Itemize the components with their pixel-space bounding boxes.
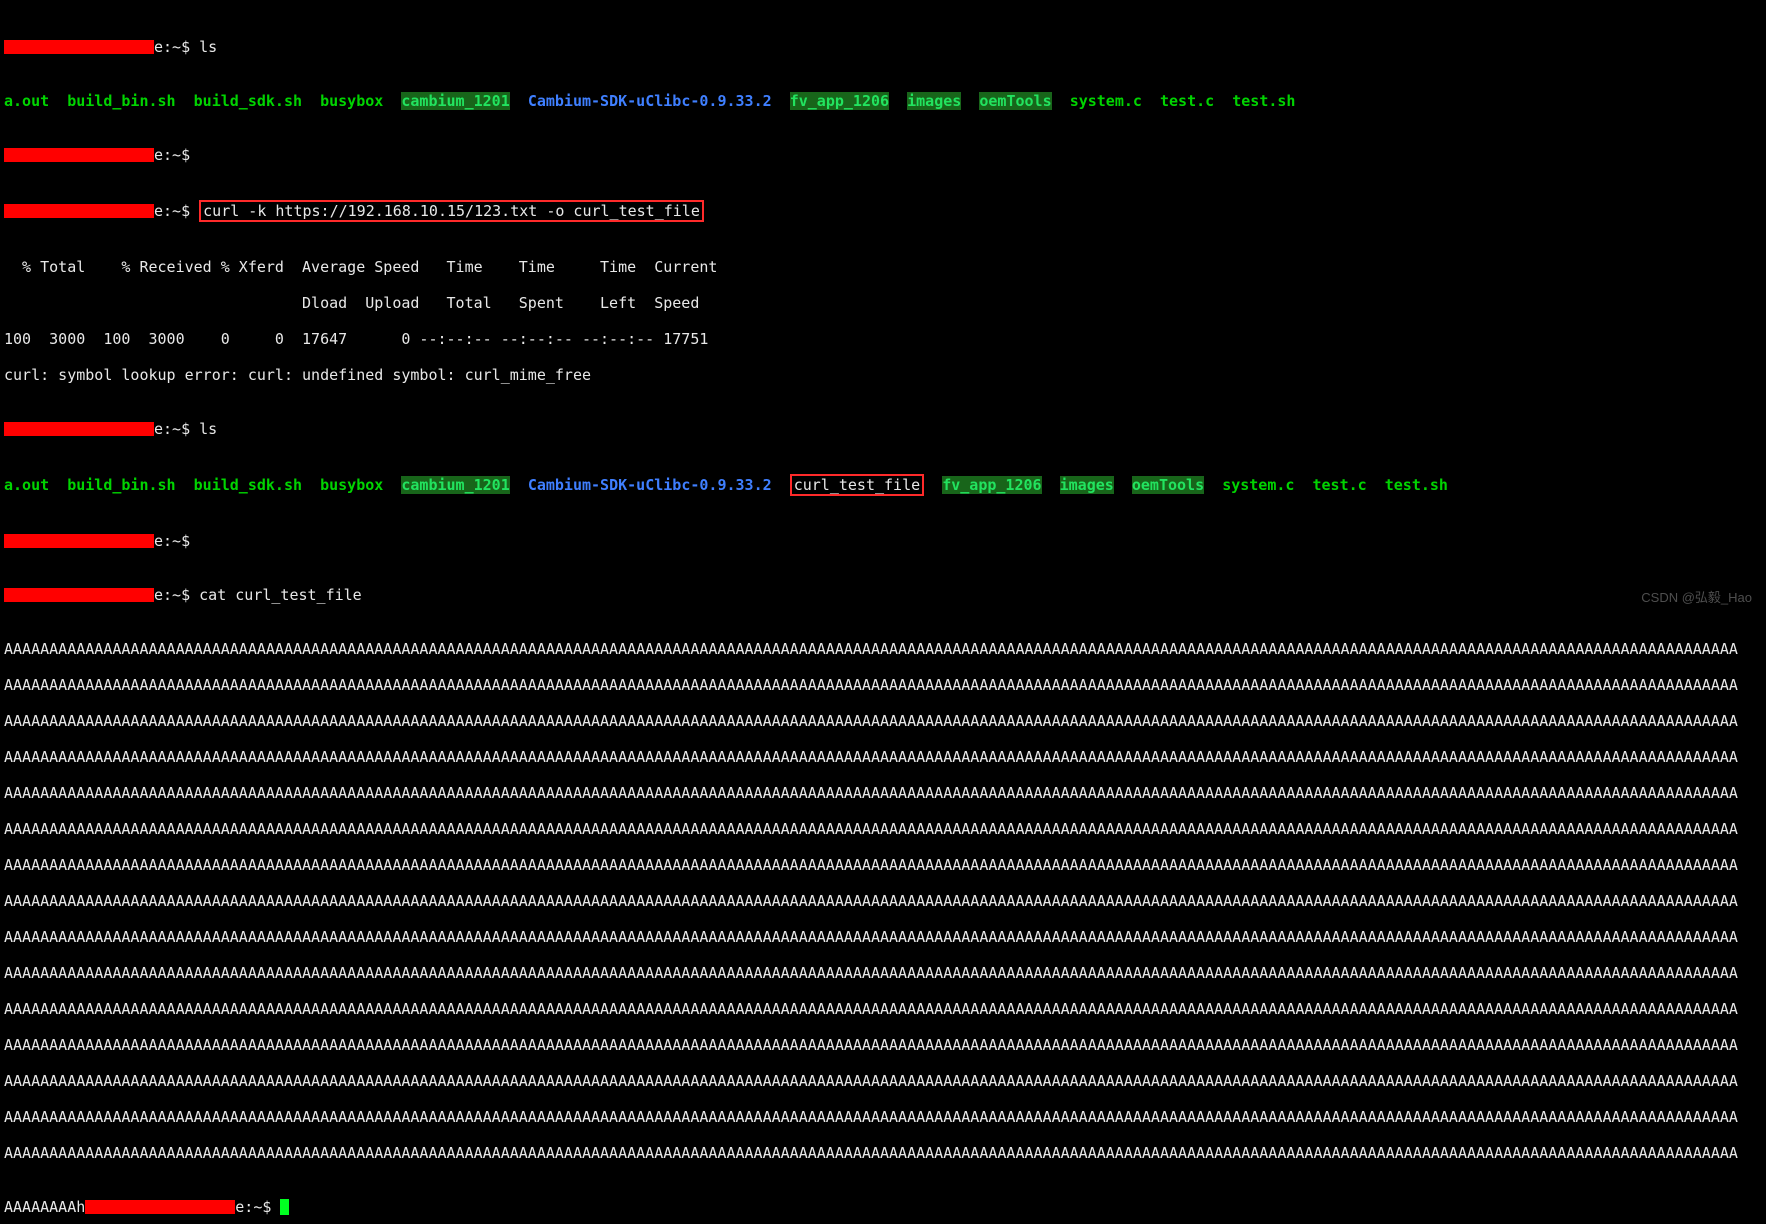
cat-output-line: AAAAAAAAAAAAAAAAAAAAAAAAAAAAAAAAAAAAAAAA… bbox=[4, 856, 1762, 874]
file-build-sdk: build_sdk.sh bbox=[194, 92, 302, 110]
dir-oemtools: oemTools bbox=[1132, 476, 1204, 494]
file-system-c: system.c bbox=[1070, 92, 1142, 110]
cat-output-line: AAAAAAAAAAAAAAAAAAAAAAAAAAAAAAAAAAAAAAAA… bbox=[4, 1036, 1762, 1054]
prompt-suffix: e:~$ bbox=[154, 146, 199, 164]
cat-output-line: AAAAAAAAAAAAAAAAAAAAAAAAAAAAAAAAAAAAAAAA… bbox=[4, 964, 1762, 982]
cat-output-line: AAAAAAAAAAAAAAAAAAAAAAAAAAAAAAAAAAAAAAAA… bbox=[4, 928, 1762, 946]
file-build-sdk: build_sdk.sh bbox=[194, 476, 302, 494]
prompt-suffix: e:~$ bbox=[154, 586, 199, 604]
curl-error: curl: symbol lookup error: curl: undefin… bbox=[4, 366, 1762, 384]
cat-output-line: AAAAAAAAAAAAAAAAAAAAAAAAAAAAAAAAAAAAAAAA… bbox=[4, 676, 1762, 694]
dir-cambium-sdk: Cambium-SDK-uClibc-0.9.33.2 bbox=[528, 476, 772, 494]
file-busybox: busybox bbox=[320, 92, 383, 110]
cat-output-line: AAAAAAAAAAAAAAAAAAAAAAAAAAAAAAAAAAAAAAAA… bbox=[4, 1108, 1762, 1126]
cat-output-line: AAAAAAAAAAAAAAAAAAAAAAAAAAAAAAAAAAAAAAAA… bbox=[4, 712, 1762, 730]
redact-user-host bbox=[4, 40, 154, 54]
file-busybox: busybox bbox=[320, 476, 383, 494]
ls2-output: a.out build_bin.sh build_sdk.sh busybox … bbox=[4, 474, 1762, 496]
highlight-curl-test-file: curl_test_file bbox=[790, 474, 924, 496]
file-a-out: a.out bbox=[4, 92, 49, 110]
line-cat: e:~$ cat curl_test_file bbox=[4, 586, 1762, 604]
redact-user-host bbox=[4, 588, 154, 602]
dir-oemtools: oemTools bbox=[979, 92, 1051, 110]
ls1-output: a.out build_bin.sh build_sdk.sh busybox … bbox=[4, 92, 1762, 110]
redact-user-host bbox=[4, 148, 154, 162]
file-system-c: system.c bbox=[1222, 476, 1294, 494]
prompt-suffix: e:~$ bbox=[154, 420, 199, 438]
redact-user-host bbox=[4, 422, 154, 436]
file-test-c: test.c bbox=[1160, 92, 1214, 110]
line-curl: e:~$ curl -k https://192.168.10.15/123.t… bbox=[4, 200, 1762, 222]
cmd-cat: cat curl_test_file bbox=[199, 586, 362, 604]
line-blank-prompt-2: e:~$ bbox=[4, 532, 1762, 550]
redact-user-host bbox=[4, 204, 154, 218]
cat-output-tail: AAAAAAAAh bbox=[4, 1198, 85, 1216]
terminal[interactable]: e:~$ ls a.out build_bin.sh build_sdk.sh … bbox=[0, 0, 1766, 1224]
prompt-suffix: e:~$ bbox=[154, 532, 199, 550]
dir-cambium-sdk: Cambium-SDK-uClibc-0.9.33.2 bbox=[528, 92, 772, 110]
curl-header-1: % Total % Received % Xferd Average Speed… bbox=[4, 258, 1762, 276]
cursor[interactable] bbox=[280, 1199, 289, 1215]
cat-output-line: AAAAAAAAAAAAAAAAAAAAAAAAAAAAAAAAAAAAAAAA… bbox=[4, 892, 1762, 910]
line-ls2: e:~$ ls bbox=[4, 420, 1762, 438]
redact-user-host bbox=[85, 1200, 235, 1214]
cmd-ls1: ls bbox=[199, 38, 217, 56]
cat-output-line: AAAAAAAAAAAAAAAAAAAAAAAAAAAAAAAAAAAAAAAA… bbox=[4, 784, 1762, 802]
line-ls1: e:~$ ls bbox=[4, 38, 1762, 56]
highlight-curl-cmd: curl -k https://192.168.10.15/123.txt -o… bbox=[199, 200, 704, 222]
cmd-ls2: ls bbox=[199, 420, 217, 438]
cat-output-line: AAAAAAAAAAAAAAAAAAAAAAAAAAAAAAAAAAAAAAAA… bbox=[4, 640, 1762, 658]
file-a-out: a.out bbox=[4, 476, 49, 494]
prompt-suffix: e:~$ bbox=[154, 202, 199, 220]
dir-cambium-1201: cambium_1201 bbox=[401, 476, 509, 494]
cat-output-line: AAAAAAAAAAAAAAAAAAAAAAAAAAAAAAAAAAAAAAAA… bbox=[4, 1144, 1762, 1162]
file-build-bin: build_bin.sh bbox=[67, 476, 175, 494]
file-build-bin: build_bin.sh bbox=[67, 92, 175, 110]
curl-header-2: Dload Upload Total Spent Left Speed bbox=[4, 294, 1762, 312]
dir-fv-app: fv_app_1206 bbox=[942, 476, 1041, 494]
dir-fv-app: fv_app_1206 bbox=[790, 92, 889, 110]
prompt-suffix: e:~$ bbox=[235, 1198, 280, 1216]
dir-images: images bbox=[1060, 476, 1114, 494]
file-curl-test-file: curl_test_file bbox=[794, 476, 920, 494]
file-test-sh: test.sh bbox=[1232, 92, 1295, 110]
dir-images: images bbox=[907, 92, 961, 110]
file-test-sh: test.sh bbox=[1385, 476, 1448, 494]
cat-output-line: AAAAAAAAAAAAAAAAAAAAAAAAAAAAAAAAAAAAAAAA… bbox=[4, 820, 1762, 838]
redact-user-host bbox=[4, 534, 154, 548]
line-blank-prompt: e:~$ bbox=[4, 146, 1762, 164]
dir-cambium-1201: cambium_1201 bbox=[401, 92, 509, 110]
cat-output-line: AAAAAAAAAAAAAAAAAAAAAAAAAAAAAAAAAAAAAAAA… bbox=[4, 748, 1762, 766]
file-test-c: test.c bbox=[1313, 476, 1367, 494]
curl-progress-row: 100 3000 100 3000 0 0 17647 0 --:--:-- -… bbox=[4, 330, 1762, 348]
cmd-curl: curl -k https://192.168.10.15/123.txt -o… bbox=[203, 202, 700, 220]
cat-output-tail-and-prompt: AAAAAAAAh e:~$ bbox=[4, 1198, 1762, 1216]
cat-output-line: AAAAAAAAAAAAAAAAAAAAAAAAAAAAAAAAAAAAAAAA… bbox=[4, 1072, 1762, 1090]
cat-output-line: AAAAAAAAAAAAAAAAAAAAAAAAAAAAAAAAAAAAAAAA… bbox=[4, 1000, 1762, 1018]
prompt-suffix: e:~$ bbox=[154, 38, 199, 56]
